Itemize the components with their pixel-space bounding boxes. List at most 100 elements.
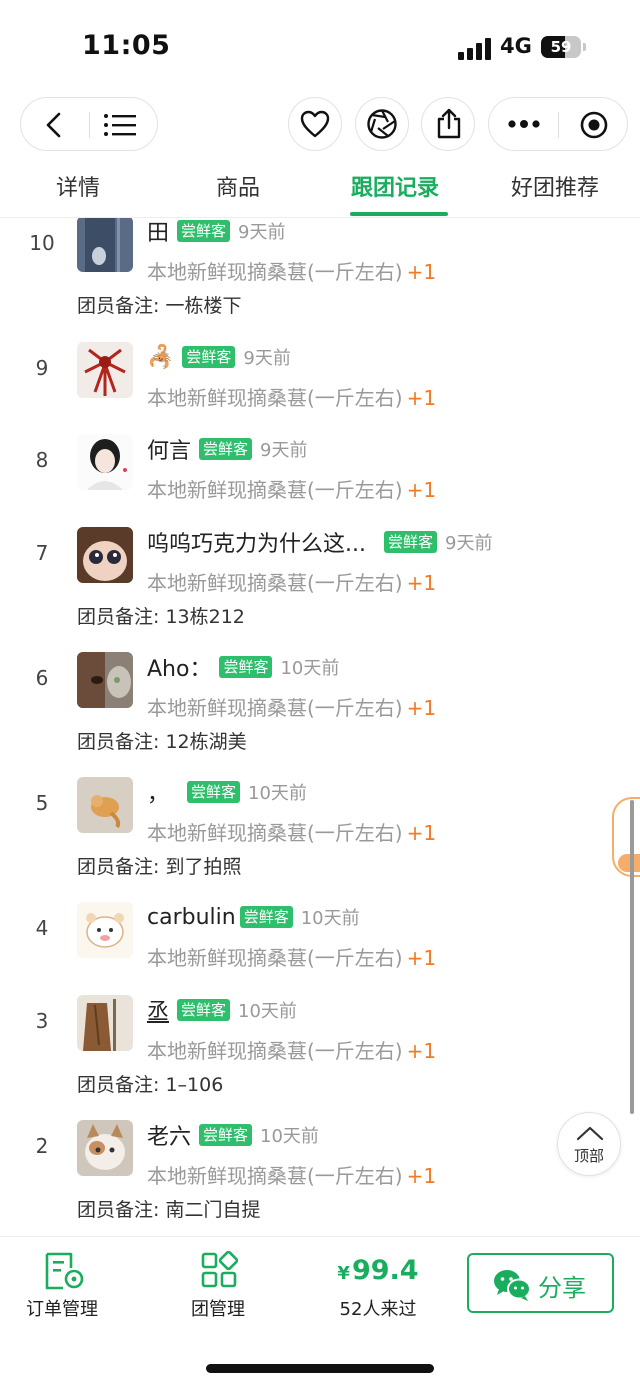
share-label: 分享	[538, 1274, 586, 1302]
member-name: 田	[147, 221, 170, 246]
share-out-button[interactable]	[421, 97, 475, 151]
favorite-button[interactable]	[288, 97, 342, 151]
group-management-button[interactable]: 团管理	[158, 1237, 278, 1327]
avatar	[77, 218, 133, 272]
member-note: 团员备注: 13栋212	[77, 606, 245, 628]
member-name: carbulin	[147, 904, 236, 930]
time-ago: 9天前	[243, 348, 291, 369]
product-line: 本地新鲜现摘桑葚(一斤左右) +1	[147, 817, 436, 846]
quantity: +1	[406, 478, 437, 502]
more-icon[interactable]	[508, 118, 540, 130]
status-badge: 尝鲜客	[182, 346, 236, 368]
tab-group-records[interactable]: 跟团记录	[351, 170, 439, 202]
product-name: 本地新鲜现摘桑葚(一斤左右)	[147, 821, 403, 845]
product-name: 本地新鲜现摘桑葚(一斤左右)	[147, 1164, 403, 1188]
member-note: 团员备注: 1–106	[77, 1074, 224, 1096]
member-name: 何言	[147, 439, 192, 464]
status-badge: 尝鲜客	[219, 656, 273, 678]
status-badge: 尝鲜客	[239, 906, 293, 928]
member-name: 老六	[147, 1125, 192, 1150]
tab-recommended[interactable]: 好团推荐	[511, 170, 599, 202]
side-float-tab[interactable]	[612, 797, 640, 877]
quantity: +1	[406, 1164, 437, 1188]
product-line: 本地新鲜现摘桑葚(一斤左右) +1	[147, 567, 436, 596]
product-line: 本地新鲜现摘桑葚(一斤左右) +1	[147, 692, 436, 721]
avatar	[77, 652, 133, 708]
menu-icon[interactable]	[103, 111, 137, 139]
product-name: 本地新鲜现摘桑葚(一斤左右)	[147, 1039, 403, 1063]
active-tab-indicator	[350, 212, 448, 216]
avatar	[77, 995, 133, 1051]
back-icon[interactable]	[41, 111, 69, 139]
product-line: 本地新鲜现摘桑葚(一斤左右) +1	[147, 382, 436, 411]
time-ago: 10天前	[280, 658, 340, 679]
nav-capsule-left	[20, 97, 158, 151]
member-note: 团员备注: 12栋湖美	[77, 731, 247, 753]
price-value: 99.4	[351, 1255, 419, 1286]
time-ago: 10天前	[300, 908, 360, 929]
status-badge: 尝鲜客	[383, 531, 437, 553]
chevron-up-icon	[576, 1126, 604, 1141]
product-line: 本地新鲜现摘桑葚(一斤左右) +1	[147, 1160, 436, 1189]
quantity: +1	[406, 1039, 437, 1063]
status-badge: 尝鲜客	[177, 999, 231, 1021]
record-rank: 9	[35, 356, 49, 380]
scrollbar[interactable]	[630, 800, 634, 1114]
product-line: 本地新鲜现摘桑葚(一斤左右) +1	[147, 256, 436, 285]
avatar	[77, 342, 133, 398]
share-button[interactable]: 分享	[467, 1253, 614, 1313]
status-badge: 尝鲜客	[187, 781, 241, 803]
tab-details[interactable]: 详情	[56, 170, 100, 202]
quantity: +1	[406, 696, 437, 720]
time-ago: 9天前	[260, 440, 308, 461]
time-ago: 9天前	[238, 222, 286, 243]
product-line: 本地新鲜现摘桑葚(一斤左右) +1	[147, 474, 436, 503]
member-name: 呜呜巧克力为什么这...	[147, 532, 366, 557]
product-name: 本地新鲜现摘桑葚(一斤左右)	[147, 260, 403, 284]
record-rank: 2	[35, 1134, 49, 1158]
member-name: 🦂	[147, 344, 175, 370]
target-icon[interactable]	[580, 111, 608, 139]
product-line: 本地新鲜现摘桑葚(一斤左右) +1	[147, 1035, 436, 1064]
status-badge: 尝鲜客	[177, 220, 231, 242]
record-rank: 10	[29, 231, 55, 255]
back-to-top-button[interactable]: 顶部	[557, 1112, 621, 1176]
back-to-top-label: 顶部	[573, 1147, 604, 1165]
time-ago: 10天前	[238, 1001, 297, 1022]
time-ago: 10天前	[260, 1126, 319, 1147]
battery-level: 59	[550, 38, 572, 56]
order-icon	[45, 1252, 84, 1290]
product-name: 本地新鲜现摘桑葚(一斤左右)	[147, 946, 403, 970]
record-rank: 4	[35, 916, 49, 940]
group-management-label: 团管理	[191, 1299, 245, 1320]
network-type: 4G	[500, 34, 532, 58]
order-management-button[interactable]: 订单管理	[2, 1237, 122, 1327]
quantity: +1	[406, 386, 437, 410]
record-rank: 3	[35, 1009, 49, 1033]
tab-bar: 详情 商品 跟团记录 好团推荐	[0, 160, 640, 218]
wechat-icon	[494, 1270, 531, 1301]
record-rank: 5	[35, 791, 49, 815]
record-list: 10 田 尝鲜客 9天前 本地新鲜现摘桑葚(一斤左右) +1 团员备注: 一栋楼下…	[0, 218, 640, 1235]
product-name: 本地新鲜现摘桑葚(一斤左右)	[147, 478, 403, 502]
status-time: 11:05	[82, 30, 171, 61]
aperture-button[interactable]	[355, 97, 409, 151]
status-bar: 11:05 4G 59	[0, 0, 640, 96]
time-ago: 9天前	[445, 533, 493, 554]
share-out-icon	[437, 108, 461, 139]
avatar	[77, 434, 133, 490]
total-amount: ¥99.4	[318, 1255, 438, 1286]
quantity: +1	[406, 821, 437, 845]
member-name: Aho：	[147, 657, 212, 682]
product-name: 本地新鲜现摘桑葚(一斤左右)	[147, 696, 403, 720]
avatar	[77, 902, 133, 958]
record-rank: 7	[35, 541, 49, 565]
member-name: ，	[147, 782, 170, 807]
home-indicator	[206, 1364, 434, 1373]
battery-icon: 59	[541, 36, 581, 58]
tab-products[interactable]: 商品	[216, 170, 260, 202]
grid-icon	[201, 1251, 238, 1288]
quantity: +1	[406, 571, 437, 595]
quantity: +1	[406, 946, 437, 970]
quantity: +1	[406, 260, 437, 284]
